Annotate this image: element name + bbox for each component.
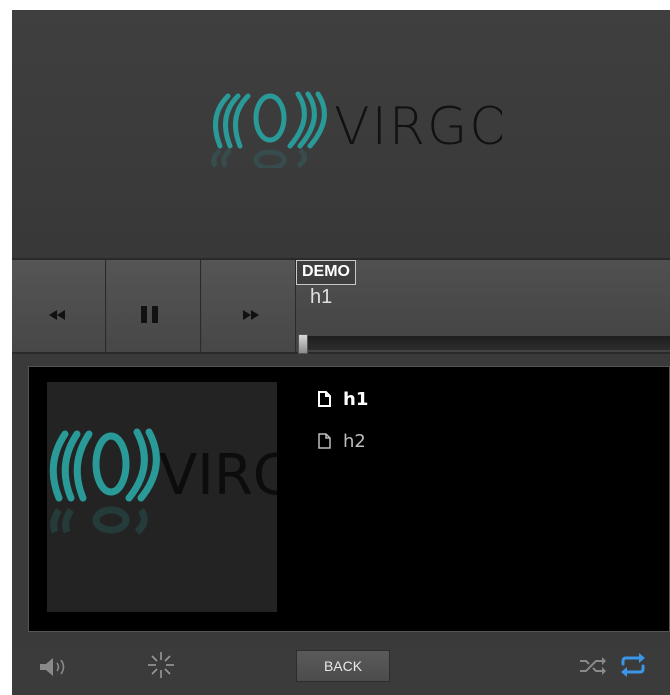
playlist-item-label: h1 [343,388,369,410]
demo-tooltip: DEMO [296,260,356,285]
playlist-panel: VIRGO h1 h2 [28,366,670,632]
visualizer-burst-icon[interactable] [146,650,176,680]
volume-icon[interactable] [38,656,72,678]
svg-text:VIRGO: VIRGO [159,443,277,508]
playlist-item-label: h2 [343,430,366,452]
svg-text:VIRGO: VIRGO [334,97,502,157]
fast-forward-icon [243,310,259,320]
album-art: VIRGO [47,382,340,612]
rewind-button[interactable] [12,260,106,352]
progress-bar[interactable] [298,336,670,350]
rewind-icon [49,310,65,320]
track-info: h1 DEMO [296,260,670,354]
playlist-item[interactable]: h1 [315,385,368,413]
album-art-logo: VIRGO [49,428,340,535]
pause-icon [141,306,158,323]
media-player: VIRGO h1 DEMO VIRG h1 h2 BACK [12,10,670,695]
file-icon [318,391,331,407]
pause-button[interactable] [107,260,201,352]
fast-forward-button[interactable] [202,260,296,352]
transport-controls: h1 DEMO [12,258,670,354]
virgo-logo: VIRGO [202,88,510,171]
logo-banner: VIRGO [12,10,670,258]
bottom-bar: BACK [12,646,670,695]
shuffle-icon[interactable] [578,654,608,678]
virgo-waves-logo: VIRGO [211,91,510,171]
playlist-item[interactable]: h2 [315,427,368,455]
file-icon [318,433,331,449]
repeat-icon[interactable] [618,652,648,678]
track-title: h1 [310,286,333,308]
progress-handle[interactable] [298,334,308,354]
playlist: h1 h2 [315,385,368,469]
back-button[interactable]: BACK [296,650,390,682]
